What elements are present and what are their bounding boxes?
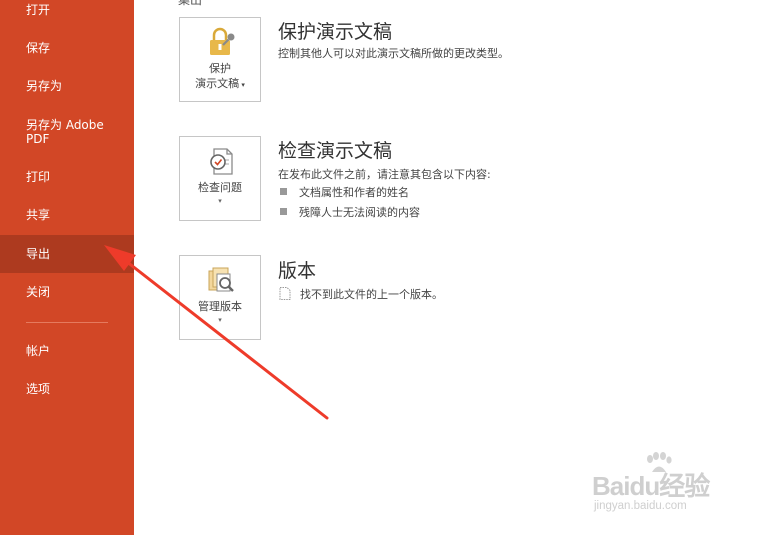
page-heading: 集出 <box>178 0 203 7</box>
nav-open[interactable]: 打开 <box>0 3 134 17</box>
section-title: 版本 <box>278 260 317 282</box>
watermark-url: jingyan.baidu.com <box>594 500 687 512</box>
list-item: 残障人士无法阅读的内容 <box>280 204 420 220</box>
section-title: 检查演示文稿 <box>278 140 393 162</box>
nav-print[interactable]: 打印 <box>0 170 134 184</box>
section-description: 控制其他人可以对此演示文稿所做的更改类型。 <box>278 47 509 60</box>
bullet-icon <box>280 188 287 195</box>
inspect-document-icon <box>210 148 233 175</box>
lock-key-icon <box>210 27 235 55</box>
tile-label: 演示文稿 ▾ <box>195 77 245 90</box>
check-for-issues-button[interactable]: 检查问题 ▾ <box>179 136 261 221</box>
section-title: 保护演示文稿 <box>278 21 393 43</box>
section-description: 找不到此文件的上一个版本。 <box>279 286 443 302</box>
nav-share[interactable]: 共享 <box>0 208 134 222</box>
manage-versions-icon <box>208 267 234 292</box>
document-icon <box>279 287 291 300</box>
nav-close[interactable]: 关闭 <box>0 285 134 299</box>
nav-options[interactable]: 选项 <box>0 382 134 396</box>
nav-save-as-adobe-pdf[interactable]: 另存为 Adobe PDF <box>0 118 120 146</box>
bullet-icon <box>280 208 287 215</box>
tile-label: 保护 <box>209 62 231 75</box>
nav-save[interactable]: 保存 <box>0 41 134 55</box>
chevron-down-icon: ▾ <box>218 316 222 324</box>
nav-separator <box>26 322 108 323</box>
list-item: 文档属性和作者的姓名 <box>280 184 409 200</box>
watermark-logo: Baidu经验 <box>592 471 710 501</box>
nav-export[interactable]: 导出 <box>0 235 134 273</box>
section-description: 在发布此文件之前，请注意其包含以下内容: <box>278 168 491 181</box>
tile-label: 管理版本 <box>198 300 242 313</box>
nav-account[interactable]: 帐户 <box>0 344 134 358</box>
chevron-down-icon: ▾ <box>218 197 222 205</box>
nav-save-as[interactable]: 另存为 <box>0 79 134 93</box>
tile-label: 检查问题 <box>198 181 242 194</box>
manage-versions-button[interactable]: 管理版本 ▾ <box>179 255 261 340</box>
backstage-sidebar: 打开 保存 另存为 另存为 Adobe PDF 打印 共享 导出 关闭 帐户 选… <box>0 0 134 535</box>
protect-presentation-button[interactable]: 保护 演示文稿 ▾ <box>179 17 261 102</box>
baidu-watermark: Baidu经验 jingyan.baidu.com <box>592 452 742 522</box>
